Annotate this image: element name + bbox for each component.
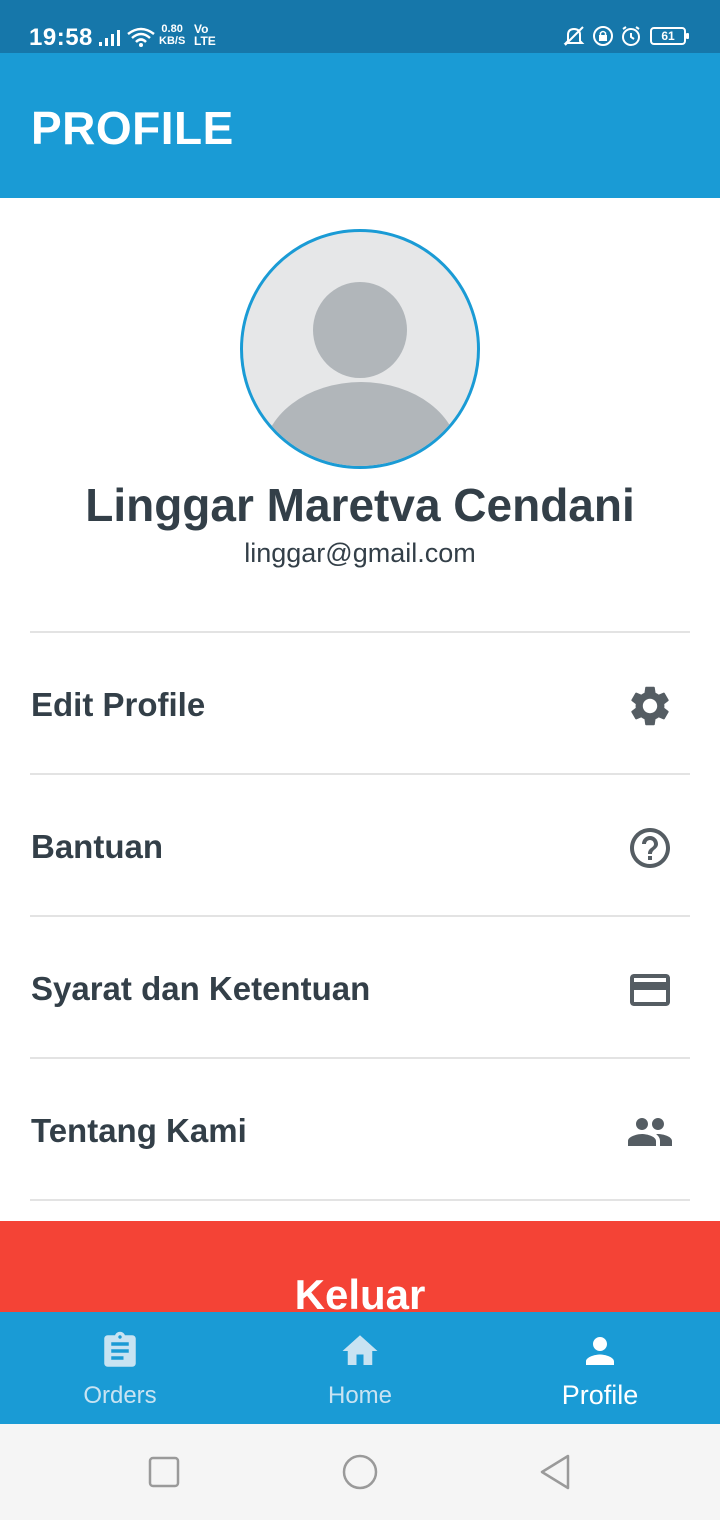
divider xyxy=(30,631,690,633)
divider xyxy=(30,915,690,917)
help-circle-icon xyxy=(630,828,670,868)
clipboard-icon xyxy=(104,1331,136,1367)
nav-label-orders: Orders xyxy=(83,1382,157,1409)
avatar-body xyxy=(263,382,459,466)
person-icon xyxy=(586,1337,614,1365)
page-title: PROFILE xyxy=(31,102,234,154)
menu-item-tentang-kami[interactable]: Tentang Kami xyxy=(0,1060,720,1200)
divider xyxy=(30,1199,690,1201)
nav-item-profile[interactable]: Profile xyxy=(480,1312,720,1424)
menu-item-bantuan[interactable]: Bantuan xyxy=(0,776,720,916)
speed-value: 0.80 xyxy=(161,23,183,35)
divider xyxy=(30,1057,690,1059)
signal-icon xyxy=(99,30,120,46)
avatar[interactable] xyxy=(240,229,480,469)
system-nav-bar xyxy=(0,1424,720,1520)
divider xyxy=(30,773,690,775)
menu-item-label: Bantuan xyxy=(31,828,163,865)
status-bar: 19:58 0.80 KB/S Vo LTE 61 xyxy=(0,0,720,53)
status-time: 19:58 xyxy=(29,24,93,51)
gear-icon xyxy=(631,686,669,726)
nav-item-home[interactable]: Home xyxy=(240,1312,480,1424)
alarm-icon xyxy=(622,26,640,46)
back-triangle-icon[interactable] xyxy=(538,1454,574,1490)
menu-item-label: Syarat dan Ketentuan xyxy=(31,970,371,1007)
people-icon xyxy=(628,1118,672,1146)
volte-indicator: Vo LTE xyxy=(194,23,216,47)
battery-indicator: 61 xyxy=(650,27,689,45)
credit-card-icon xyxy=(630,974,670,1006)
bottom-nav: Orders Home Profile xyxy=(0,1312,720,1424)
home-circle-icon[interactable] xyxy=(342,1454,378,1490)
speed-unit: KB/S xyxy=(159,35,186,47)
wifi-icon xyxy=(127,27,155,47)
nav-item-orders[interactable]: Orders xyxy=(0,1312,240,1424)
lock-circle-icon xyxy=(593,26,613,46)
menu-item-syarat-dan-ketentuan[interactable]: Syarat dan Ketentuan xyxy=(0,918,720,1058)
menu-item-edit-profile[interactable]: Edit Profile xyxy=(0,634,720,774)
home-icon xyxy=(342,1335,378,1365)
recent-apps-icon[interactable] xyxy=(146,1454,182,1490)
user-name: Linggar Maretva Cendani xyxy=(85,479,635,531)
menu-item-label: Edit Profile xyxy=(31,686,206,723)
user-email: linggar@gmail.com xyxy=(244,538,476,568)
logout-button[interactable]: Keluar xyxy=(0,1221,720,1318)
nav-label-profile: Profile xyxy=(561,1380,639,1410)
nav-label-home: Home xyxy=(327,1382,393,1409)
mute-bell-icon xyxy=(563,26,585,46)
menu-item-label: Tentang Kami xyxy=(31,1112,247,1149)
avatar-head xyxy=(313,282,407,378)
volte-bottom: LTE xyxy=(194,34,216,48)
network-speed: 0.80 KB/S xyxy=(159,23,185,47)
app-bar: PROFILE xyxy=(0,53,720,198)
